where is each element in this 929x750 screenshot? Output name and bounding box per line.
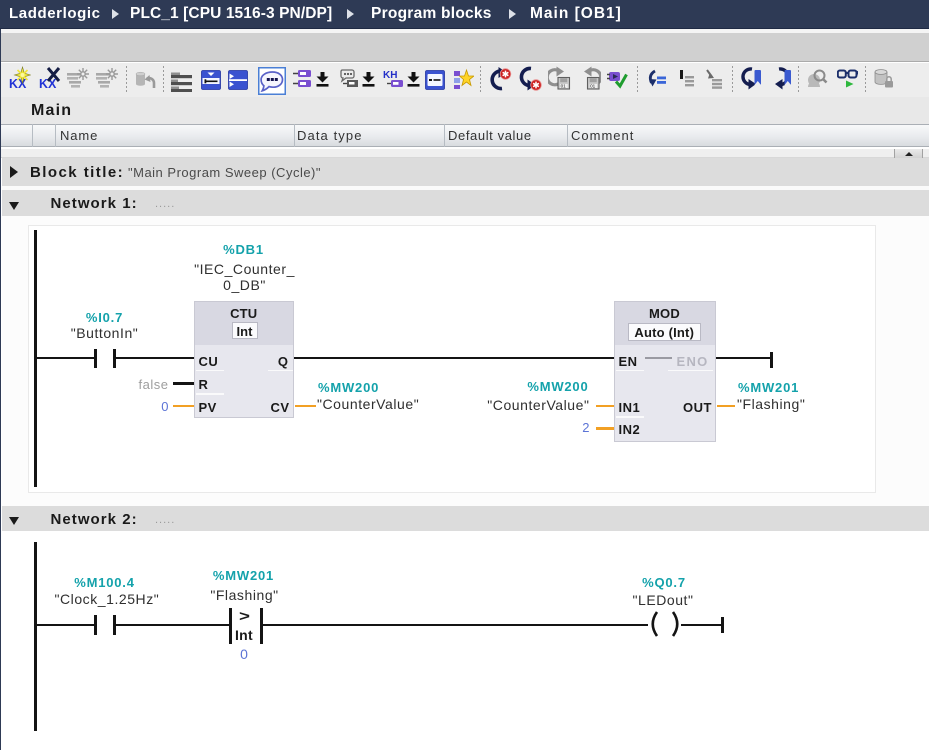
svg-text:K: K (39, 77, 48, 90)
svg-text:KH: KH (383, 70, 397, 81)
svg-text:K: K (9, 77, 18, 90)
svg-text:01: 01 (561, 84, 567, 89)
svg-text:01: 01 (590, 84, 596, 89)
